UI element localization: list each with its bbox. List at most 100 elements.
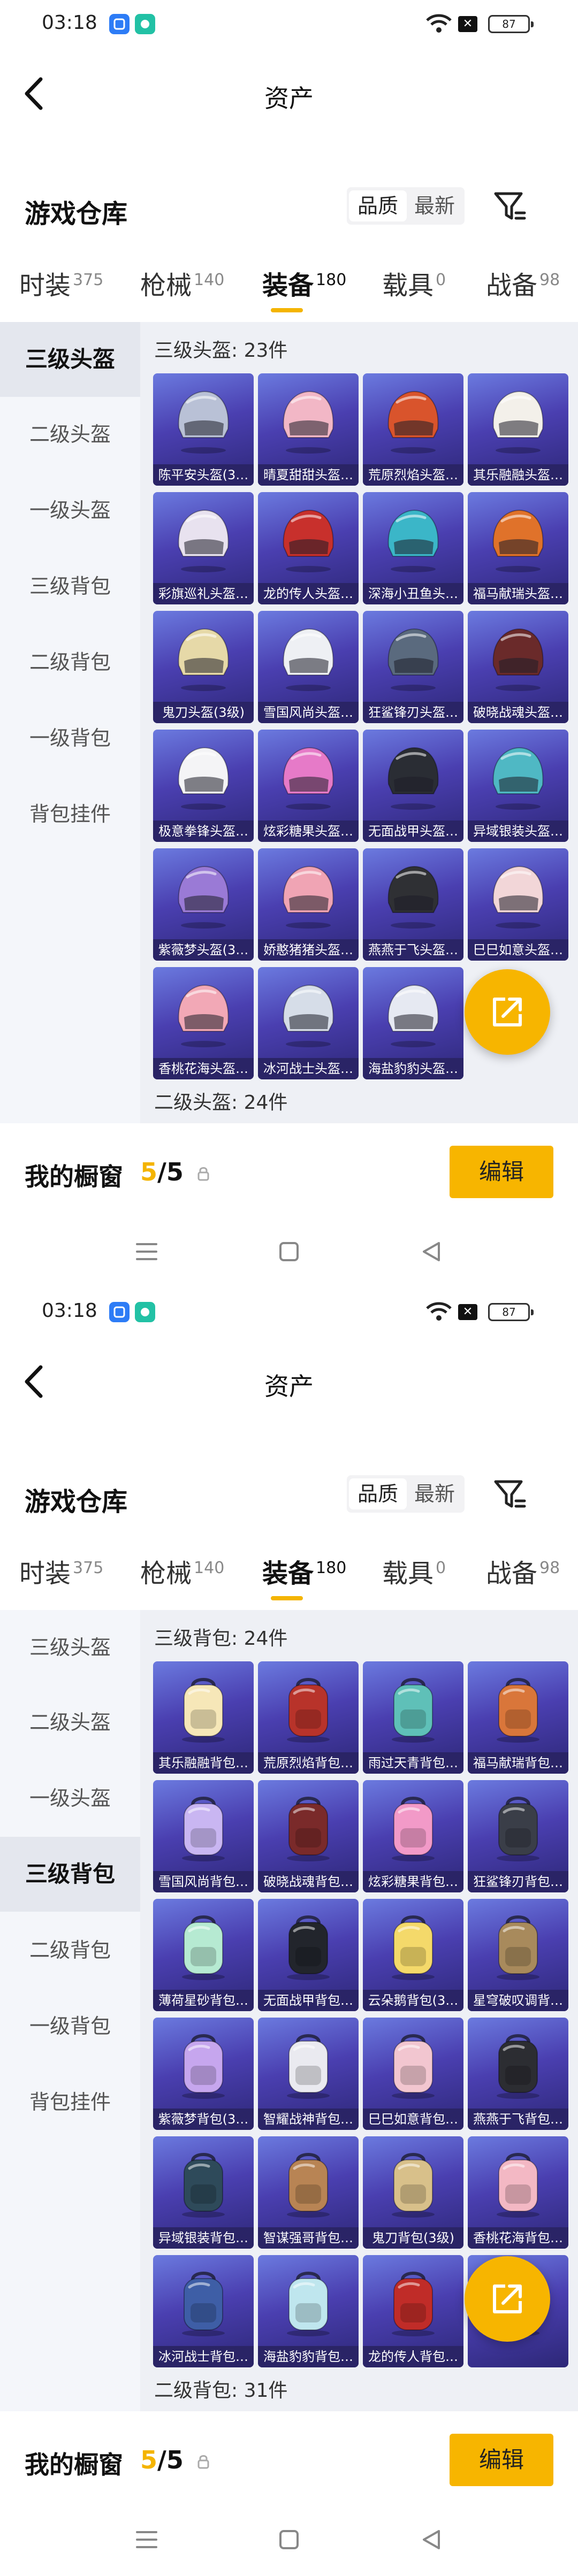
tab-firearms[interactable]: 枪械 140	[140, 264, 224, 302]
item-card[interactable]: 炫彩糖果头盔…	[258, 730, 359, 842]
menu-icon[interactable]	[135, 2529, 158, 2550]
sidebar-item[interactable]: 三级头盔	[0, 322, 140, 397]
sort-latest-button[interactable]: 最新	[406, 187, 463, 225]
sidebar-item[interactable]: 三级背包	[0, 1837, 140, 1912]
item-card[interactable]: 破晓战魂背包…	[258, 1780, 359, 1892]
sidebar-item[interactable]: 一级头盔	[0, 1761, 140, 1836]
item-card[interactable]: 燕燕于飞头盔…	[363, 848, 463, 961]
item-card[interactable]: 云朵鹅背包(3…	[363, 1899, 463, 2011]
share-button[interactable]	[465, 969, 550, 1055]
item-card[interactable]: 海盐豹豹背包…	[258, 2255, 359, 2367]
item-card[interactable]: 其乐融融头盔…	[468, 373, 568, 486]
sidebar-item[interactable]: 背包挂件	[0, 777, 140, 852]
item-card[interactable]: 异域银装头盔…	[468, 730, 568, 842]
back-nav-icon[interactable]	[421, 2529, 442, 2550]
tab-supplies[interactable]: 战备 98	[486, 264, 560, 302]
back-nav-icon[interactable]	[421, 1241, 442, 1262]
item-name: 异域银装头盔…	[468, 821, 568, 842]
item-card[interactable]: 狂鲨锋刃头盔…	[363, 611, 463, 723]
lock-icon	[197, 1167, 209, 1181]
tab-firearms[interactable]: 枪械 140	[140, 1552, 224, 1590]
edit-button[interactable]: 编辑	[450, 2434, 553, 2486]
category-sidebar: 三级头盔 二级头盔 一级头盔 三级背包 二级背包 一级背包 背包挂件	[0, 1610, 140, 2411]
item-card[interactable]: 陈平安头盔(3…	[153, 373, 254, 486]
tab-count: 140	[194, 1559, 225, 1577]
item-card[interactable]: 荒原烈焰头盔…	[363, 373, 463, 486]
item-card[interactable]: 福马献瑞背包…	[468, 1661, 568, 1774]
sidebar-item[interactable]: 三级背包	[0, 549, 140, 624]
item-card[interactable]: 极意拳锋头盔…	[153, 730, 254, 842]
item-card[interactable]: 智耀战神背包…	[258, 2018, 359, 2130]
tab-equipment[interactable]: 装备 180	[262, 1552, 346, 1590]
tab-supplies[interactable]: 战备 98	[486, 1552, 560, 1590]
nav-bar: 资产	[0, 1339, 578, 1420]
sidebar-item[interactable]: 二级背包	[0, 1913, 140, 1988]
tab-label: 枪械	[140, 271, 192, 301]
item-card[interactable]: 娇憨猪猪头盔…	[258, 848, 359, 961]
item-name: 鬼刀背包(3级)	[363, 2227, 463, 2249]
item-card[interactable]: 深海小丑鱼头…	[363, 492, 463, 604]
item-card[interactable]: 星穹破叹调背…	[468, 1899, 568, 2011]
item-card[interactable]: 彩旗巡礼头盔…	[153, 492, 254, 604]
item-card[interactable]: 冰河战士头盔…	[258, 967, 359, 1079]
item-name: 鬼刀头盔(3级)	[153, 702, 254, 723]
home-icon[interactable]	[278, 2529, 300, 2550]
item-card[interactable]: 龙的传人头盔…	[258, 492, 359, 604]
item-card[interactable]: 炫彩糖果背包…	[363, 1780, 463, 1892]
item-card[interactable]: 荒原烈焰背包…	[258, 1661, 359, 1774]
item-card[interactable]: 雪国风尚背包…	[153, 1780, 254, 1892]
sidebar-item[interactable]: 三级头盔	[0, 1610, 140, 1685]
item-card[interactable]: 晴夏甜甜头盔…	[258, 373, 359, 486]
tab-equipment[interactable]: 装备 180	[262, 264, 346, 302]
item-card[interactable]: 海盐豹豹头盔…	[363, 967, 463, 1079]
item-card[interactable]: 雨过天青背包…	[363, 1661, 463, 1774]
item-card[interactable]: 狂鲨锋刃背包…	[468, 1780, 568, 1892]
menu-icon[interactable]	[135, 1241, 158, 1262]
item-card[interactable]: 薄荷星砂背包…	[153, 1899, 254, 2011]
item-card[interactable]: 雪国风尚头盔…	[258, 611, 359, 723]
item-card[interactable]: 香桃花海头盔…	[153, 967, 254, 1079]
item-card[interactable]: 破晓战魂头盔…	[468, 611, 568, 723]
sidebar-item[interactable]: 二级头盔	[0, 1685, 140, 1760]
sidebar-item[interactable]: 背包挂件	[0, 2065, 140, 2140]
item-card[interactable]: 香桃花海背包…	[468, 2136, 568, 2249]
item-card[interactable]: 紫薇梦头盔(3…	[153, 848, 254, 961]
sidebar-item[interactable]: 一级头盔	[0, 473, 140, 548]
item-card[interactable]: 龙的传人背包…	[363, 2255, 463, 2367]
item-card[interactable]: 巳巳如意背包…	[363, 2018, 463, 2130]
sort-quality-button[interactable]: 品质	[349, 190, 407, 221]
sort-quality-button[interactable]: 品质	[349, 1478, 407, 1509]
item-name: 冰河战士背包…	[153, 2346, 254, 2367]
tab-vehicles[interactable]: 载具 0	[382, 1552, 446, 1590]
edit-button[interactable]: 编辑	[450, 1146, 553, 1198]
item-card[interactable]: 其乐融融背包…	[153, 1661, 254, 1774]
tab-fashion[interactable]: 时装 375	[19, 264, 103, 302]
sort-toggle[interactable]: 品质 最新	[347, 187, 465, 225]
filter-icon[interactable]	[492, 189, 528, 225]
home-icon[interactable]	[278, 1241, 300, 1262]
item-card[interactable]: 鬼刀头盔(3级)	[153, 611, 254, 723]
item-card[interactable]: 燕燕于飞背包…	[468, 2018, 568, 2130]
sort-latest-button[interactable]: 最新	[406, 1475, 463, 1513]
sidebar-item[interactable]: 一级背包	[0, 701, 140, 776]
item-card[interactable]: 紫薇梦背包(3…	[153, 2018, 254, 2130]
filter-icon[interactable]	[492, 1477, 528, 1513]
sidebar-item[interactable]: 二级背包	[0, 625, 140, 700]
tab-vehicles[interactable]: 载具 0	[382, 264, 446, 302]
item-card[interactable]: 巳巳如意头盔…	[468, 848, 568, 961]
sidebar-item[interactable]: 二级头盔	[0, 397, 140, 472]
sidebar-item[interactable]: 一级背包	[0, 1989, 140, 2064]
item-card[interactable]: 异域银装背包…	[153, 2136, 254, 2249]
tab-fashion[interactable]: 时装 375	[19, 1552, 103, 1590]
sort-toggle[interactable]: 品质 最新	[347, 1475, 465, 1513]
item-card[interactable]: 福马献瑞头盔…	[468, 492, 568, 604]
item-card[interactable]: 冰河战士背包…	[153, 2255, 254, 2367]
app-notification-icon	[109, 1302, 130, 1322]
item-card[interactable]: 鬼刀背包(3级)	[363, 2136, 463, 2249]
item-card[interactable]: 无面战甲背包…	[258, 1899, 359, 2011]
nav-bar: 资产	[0, 51, 578, 132]
section-title: 三级背包: 24件	[154, 1628, 288, 1650]
item-card[interactable]: 无面战甲头盔…	[363, 730, 463, 842]
share-button[interactable]	[465, 2256, 550, 2342]
item-card[interactable]: 智谋强哥背包…	[258, 2136, 359, 2249]
